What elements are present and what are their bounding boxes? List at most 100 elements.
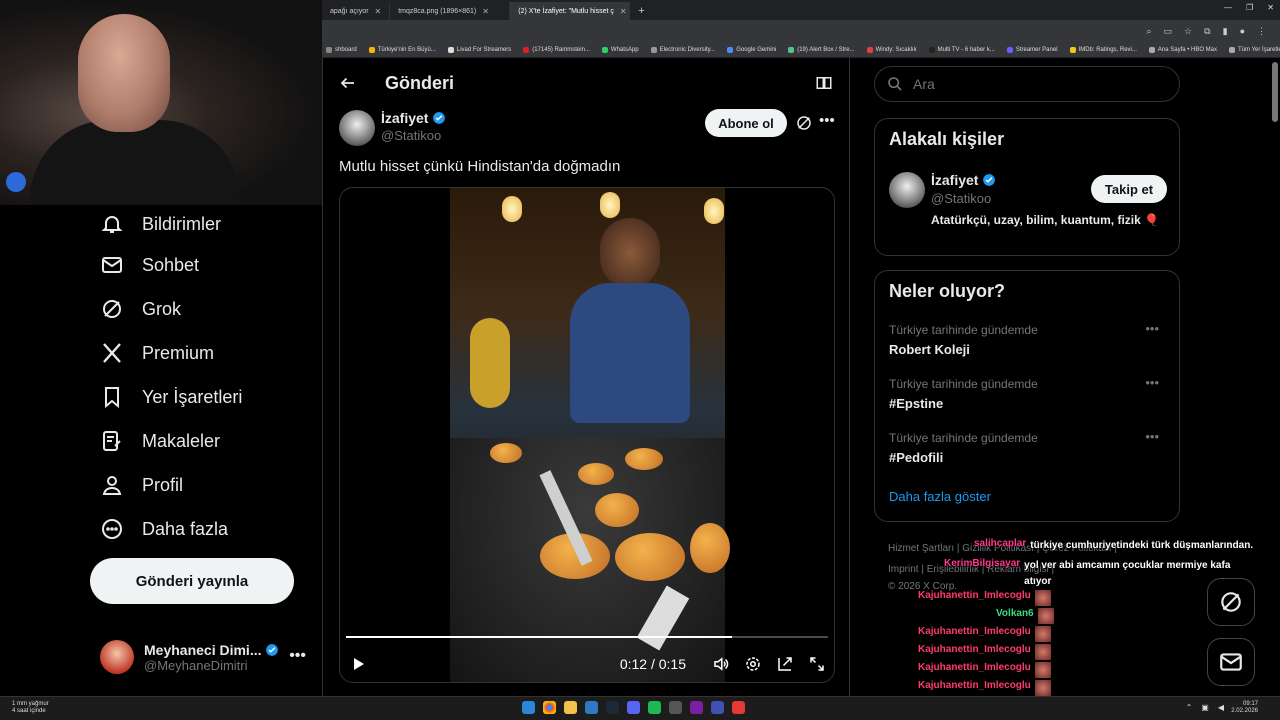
start-icon[interactable] <box>522 701 535 714</box>
trend-more-icon[interactable]: ••• <box>1145 375 1159 390</box>
bookmark-item[interactable]: Electronic Diversity... <box>650 46 715 53</box>
post-button[interactable]: Gönderi yayınla <box>90 558 294 604</box>
nav-item-profile[interactable]: Profil <box>100 473 183 497</box>
nav-item-grok[interactable]: Grok <box>100 297 181 321</box>
bookmark-label: Tüm Yer İşaretleri <box>1238 46 1280 53</box>
video-progress-bar[interactable] <box>346 636 828 638</box>
clock[interactable]: 09:17 2.02.2026 <box>1231 701 1258 715</box>
fullscreen-icon[interactable] <box>808 655 826 673</box>
account-switcher[interactable]: Meyhaneci Dimi... @MeyhaneDimitri ••• <box>100 637 310 677</box>
bookmark-item[interactable]: (19) Alert Box / Stre... <box>788 46 855 53</box>
page-scrollbar[interactable] <box>1272 62 1278 122</box>
extensions-icon[interactable]: ⧉ <box>1204 26 1210 37</box>
sidebar-icon[interactable]: ▮ <box>1223 26 1228 37</box>
app-icon[interactable] <box>585 701 598 714</box>
video-frame[interactable] <box>450 188 730 682</box>
bookmark-item[interactable]: Windy: Sıcaklık <box>866 46 917 53</box>
close-window-icon[interactable]: ✕ <box>1267 3 1274 12</box>
bookmark-item[interactable]: Streamer Panel <box>1006 46 1058 53</box>
author-name[interactable]: İzafiyet <box>381 110 428 126</box>
nav-item-premium[interactable]: Premium <box>100 341 214 365</box>
settings-gear-icon[interactable] <box>744 655 762 673</box>
account-more-icon[interactable]: ••• <box>289 647 306 665</box>
app-icon[interactable] <box>690 701 703 714</box>
volume-icon[interactable] <box>712 655 730 673</box>
bookmark-item[interactable]: Tüm Yer İşaretleri <box>1229 46 1280 53</box>
clock-time: 09:17 <box>1242 701 1258 707</box>
related-people-panel: Alakalı kişiler İzafiyet @Statikoo Atatü… <box>874 118 1180 256</box>
app-icon[interactable] <box>732 701 745 714</box>
steam-icon[interactable] <box>606 701 619 714</box>
subscribe-button[interactable]: Abone ol <box>705 109 787 137</box>
search-input[interactable]: Ara <box>874 66 1180 102</box>
search-placeholder: Ara <box>913 76 935 92</box>
related-name[interactable]: İzafiyet <box>931 172 978 188</box>
close-icon[interactable]: ✕ <box>375 7 382 16</box>
bookmark-item[interactable]: shboard <box>326 46 357 53</box>
back-arrow-icon[interactable] <box>339 74 357 92</box>
bookmark-item[interactable]: IMDb: Ratings, Revi... <box>1069 46 1137 53</box>
spotify-icon[interactable] <box>648 701 661 714</box>
trend-more-icon[interactable]: ••• <box>1145 321 1159 336</box>
bookmark-item[interactable]: (17145) Rammstein... <box>523 46 590 53</box>
close-icon[interactable]: ✕ <box>620 7 627 16</box>
weather-widget[interactable]: 1 mm yağmur 4 saat içinde <box>12 701 49 715</box>
bookmark-item[interactable]: Livad For Streamers <box>447 46 511 53</box>
trend-more-icon[interactable]: ••• <box>1145 429 1159 444</box>
menu-icon[interactable]: ⋮ <box>1257 26 1266 37</box>
app-icon[interactable] <box>711 701 724 714</box>
chat-message: Kajuhanettin_Imlecoglu <box>918 590 1051 606</box>
mail-icon <box>102 257 122 273</box>
play-icon[interactable] <box>350 656 366 672</box>
reader-mode-icon[interactable] <box>815 74 833 92</box>
show-more-link[interactable]: Daha fazla göster <box>889 489 991 504</box>
author-avatar[interactable] <box>339 110 375 146</box>
star-icon[interactable]: ☆ <box>1184 26 1192 37</box>
network-icon[interactable]: ▣ <box>1201 703 1209 712</box>
new-tab-button[interactable]: + <box>630 2 652 20</box>
bookmark-item[interactable]: Türkiye'nin En Büyü... <box>368 46 436 53</box>
bookmark-item[interactable]: Ana Sayfa • HBO Max <box>1148 46 1217 53</box>
volume-icon[interactable]: ◀ <box>1218 703 1224 712</box>
profile-icon[interactable]: ● <box>1240 26 1245 36</box>
messages-float-button[interactable] <box>1207 638 1255 686</box>
maximize-icon[interactable]: ❐ <box>1246 3 1253 12</box>
trend-item[interactable]: Türkiye tarihinde gündemde #Epstine ••• <box>889 375 1169 411</box>
discord-icon[interactable] <box>627 701 640 714</box>
related-handle[interactable]: @Statikoo <box>931 191 991 206</box>
chevron-up-icon[interactable]: ⌃ <box>1186 703 1193 712</box>
browser-tab-active[interactable]: (2) X'te İzafiyet: "Mutlu hisset ç ✕ <box>510 2 631 20</box>
chat-text: türkiye cumhuriyetindeki türk düşmanları… <box>1030 540 1254 551</box>
chat-username: Kajuhanettin_Imlecoglu <box>918 662 1031 673</box>
close-icon[interactable]: ✕ <box>482 7 489 16</box>
grok-icon[interactable] <box>795 114 813 132</box>
zoom-icon[interactable]: ⌕ <box>1147 26 1152 37</box>
video-player[interactable]: 0:12 / 0:15 <box>339 187 835 683</box>
grok-icon <box>1221 592 1241 612</box>
folder-icon[interactable] <box>564 701 577 714</box>
nav-item-articles[interactable]: Makaleler <box>100 429 220 453</box>
bookmark-item[interactable]: Google Gemini <box>727 46 776 53</box>
browser-tab[interactable]: apağı açıyor ✕ <box>322 2 391 20</box>
cast-icon[interactable]: ▭ <box>1164 26 1173 37</box>
app-icon[interactable] <box>669 701 682 714</box>
bookmark-item[interactable]: WhatsApp <box>601 46 639 53</box>
author-handle[interactable]: @Statikoo <box>381 128 441 143</box>
chrome-icon[interactable] <box>543 701 556 714</box>
follow-button[interactable]: Takip et <box>1091 175 1167 203</box>
grok-float-button[interactable] <box>1207 578 1255 626</box>
minimize-icon[interactable]: — <box>1224 3 1232 12</box>
related-avatar[interactable] <box>889 172 925 208</box>
browser-tab[interactable]: tmqz8ca.png (1896×861) ✕ <box>390 2 511 20</box>
nav-item-notifications[interactable]: Bildirimler <box>100 212 221 236</box>
bookmark-item[interactable]: Multi TV - 6 haber k... <box>928 46 995 53</box>
pip-icon[interactable] <box>776 655 794 673</box>
tweet-more-icon[interactable]: ••• <box>819 112 835 129</box>
nav-item-chat[interactable]: Sohbet <box>100 253 199 277</box>
nav-item-bookmarks[interactable]: Yer İşaretleri <box>100 385 242 409</box>
trend-item[interactable]: Türkiye tarihinde gündemde #Pedofili ••• <box>889 429 1169 465</box>
weather-line: 4 saat içinde <box>12 708 46 714</box>
x-logo-icon <box>103 343 121 363</box>
trend-item[interactable]: Türkiye tarihinde gündemde Robert Koleji… <box>889 321 1169 357</box>
nav-item-more[interactable]: Daha fazla <box>100 517 228 541</box>
